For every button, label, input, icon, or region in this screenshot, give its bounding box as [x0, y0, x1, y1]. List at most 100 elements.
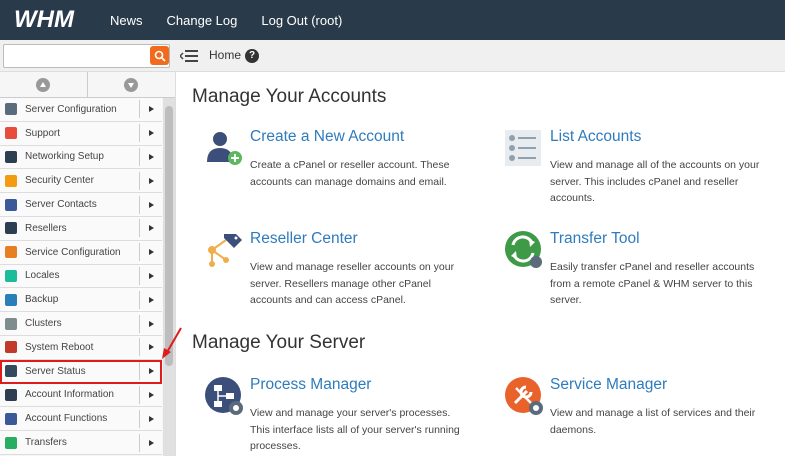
expand-arrow-icon[interactable] — [149, 272, 154, 279]
expand-arrow-icon[interactable] — [149, 153, 154, 160]
expand-arrow-icon[interactable] — [149, 391, 154, 398]
resellers-icon — [5, 222, 17, 235]
network-icon — [5, 150, 17, 163]
expand-arrow-icon[interactable] — [149, 439, 154, 446]
search-button[interactable] — [150, 46, 169, 65]
menu-toggle-icon[interactable] — [180, 49, 198, 63]
transfer-icon — [505, 231, 542, 268]
user-icon — [5, 412, 17, 425]
collapse-all-button[interactable] — [0, 72, 88, 97]
reseller-center-link[interactable]: Reseller Center — [250, 230, 358, 248]
service-manager-desc: View and manage a list of services and t… — [550, 407, 756, 436]
divider — [139, 433, 140, 452]
sidebar-item-label: Locales — [25, 270, 60, 282]
sidebar-nav-list: Server Configuration Support Networking Se… — [0, 98, 175, 455]
sidebar-item-server-contacts[interactable]: Server Contacts — [0, 193, 162, 217]
top-bar: WHM News Change Log Log Out (root) — [0, 0, 785, 40]
sidebar-item-label: Resellers — [25, 222, 67, 234]
sidebar-item-label: Support — [25, 127, 61, 139]
sidebar-item-security-center[interactable]: Security Center — [0, 169, 162, 194]
sidebar-item-clusters[interactable]: Clusters — [0, 312, 162, 336]
search-bar: Home ? — [0, 40, 785, 72]
sidebar-item-server-configuration[interactable]: Server Configuration — [0, 98, 162, 122]
sidebar-item-backup[interactable]: Backup — [0, 288, 162, 313]
sidebar-item-transfers[interactable]: Transfers — [0, 431, 162, 455]
breadcrumb-home[interactable]: Home — [209, 48, 241, 62]
monitor-icon — [5, 365, 17, 378]
expand-arrow-icon[interactable] — [149, 344, 154, 351]
search-input[interactable] — [3, 44, 170, 68]
list-accounts-link[interactable]: List Accounts — [550, 128, 641, 146]
sidebar-item-label: Account Functions — [25, 413, 108, 425]
expand-arrow-icon[interactable] — [149, 130, 154, 137]
add-user-icon — [207, 132, 242, 165]
divider — [139, 124, 140, 143]
create-account-link[interactable]: Create a New Account — [250, 128, 404, 146]
process-manager-icon — [205, 377, 243, 415]
sidebar-item-label: Server Status — [25, 365, 86, 377]
expand-arrow-icon[interactable] — [149, 225, 154, 232]
server-config-icon — [5, 103, 17, 116]
sidebar-collapse-controls — [0, 72, 175, 98]
sidebar-item-label: Security Center — [25, 175, 94, 187]
svg-text:WHM: WHM — [14, 6, 75, 33]
sidebar-item-account-information[interactable]: Account Information — [0, 383, 162, 408]
nav-news-link[interactable]: News — [110, 13, 143, 28]
help-icon[interactable]: ? — [245, 49, 259, 63]
sidebar-item-system-reboot[interactable]: System Reboot — [0, 335, 162, 360]
expand-arrow-icon[interactable] — [149, 177, 154, 184]
transfer-tool-link[interactable]: Transfer Tool — [550, 230, 640, 248]
expand-arrow-icon[interactable] — [149, 368, 154, 375]
nav-change-log-link[interactable]: Change Log — [167, 13, 238, 28]
power-icon — [5, 341, 17, 354]
expand-all-button[interactable] — [88, 72, 176, 97]
sidebar-item-label: Networking Setup — [25, 151, 104, 163]
sidebar-item-label: System Reboot — [25, 341, 94, 353]
nav-logout-link[interactable]: Log Out (root) — [261, 13, 342, 28]
transfer-tool-desc: Easily transfer cPanel and reseller acco… — [550, 261, 755, 306]
expand-arrow-icon[interactable] — [149, 296, 154, 303]
sidebar-item-resellers[interactable]: Resellers — [0, 216, 162, 241]
list-accounts-desc: View and manage all of the accounts on y… — [550, 159, 760, 204]
sidebar-item-label: Server Configuration — [25, 103, 117, 115]
chevron-up-icon — [36, 77, 51, 92]
sidebar-item-networking-setup[interactable]: Networking Setup — [0, 145, 162, 170]
sidebar-item-service-configuration[interactable]: Service Configuration — [0, 240, 162, 265]
reseller-tag-icon — [208, 234, 242, 267]
sidebar-item-server-status[interactable]: Server Status — [0, 359, 162, 384]
backup-icon — [5, 293, 17, 306]
clusters-icon — [5, 317, 17, 330]
sidebar-item-account-functions[interactable]: Account Functions — [0, 407, 162, 432]
process-manager-link[interactable]: Process Manager — [250, 376, 371, 394]
whm-logo[interactable]: WHM — [12, 4, 98, 34]
create-account-desc: Create a cPanel or reseller account. The… — [250, 159, 450, 188]
divider — [139, 362, 140, 381]
service-manager-link[interactable]: Service Manager — [550, 376, 667, 394]
expand-arrow-icon[interactable] — [149, 249, 154, 256]
sidebar-item-label: Clusters — [25, 318, 62, 330]
sidebar-scrollbar[interactable] — [163, 98, 175, 456]
chevron-down-icon — [124, 77, 139, 92]
expand-arrow-icon[interactable] — [149, 201, 154, 208]
divider — [139, 243, 140, 262]
id-card-icon — [5, 388, 17, 401]
divider — [139, 338, 140, 357]
chat-icon — [5, 269, 17, 282]
divider — [139, 100, 140, 119]
sidebar-item-label: Backup — [25, 294, 59, 306]
divider — [139, 266, 140, 285]
expand-arrow-icon[interactable] — [149, 106, 154, 113]
annotation-arrow-icon — [162, 327, 182, 359]
divider — [139, 195, 140, 214]
expand-arrow-icon[interactable] — [149, 415, 154, 422]
sidebar-item-label: Account Information — [25, 389, 114, 401]
divider — [139, 171, 140, 190]
expand-arrow-icon[interactable] — [149, 320, 154, 327]
service-manager-icon — [505, 377, 543, 415]
sidebar-item-support[interactable]: Support — [0, 121, 162, 146]
top-nav: News Change Log Log Out (root) — [110, 0, 366, 40]
wrench-icon — [5, 246, 17, 259]
divider — [139, 314, 140, 333]
sidebar-item-locales[interactable]: Locales — [0, 264, 162, 289]
divider — [139, 219, 140, 238]
